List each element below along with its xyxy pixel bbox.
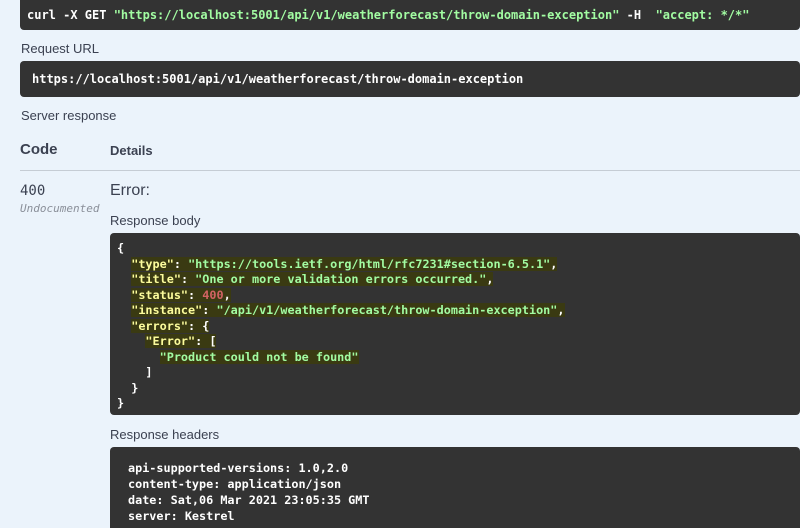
json-close-brace: } bbox=[117, 396, 125, 410]
curl-url: "https://localhost:5001/api/v1/weatherfo… bbox=[113, 8, 620, 22]
json-value-status: 400 bbox=[202, 287, 224, 302]
server-response-label: Server response bbox=[21, 108, 117, 123]
json-key-errors: "errors" bbox=[131, 318, 189, 333]
json-value-instance: "/api/v1/weatherforecast/throw-domain-ex… bbox=[216, 303, 558, 317]
response-header-line: content-type: application/json bbox=[128, 477, 342, 491]
json-open-brace: { bbox=[117, 241, 125, 255]
response-headers-label: Response headers bbox=[110, 427, 220, 442]
error-title: Error: bbox=[110, 182, 150, 199]
json-key-error: "Error" bbox=[145, 334, 196, 348]
curl-command-block: curl -X GET "https://localhost:5001/api/… bbox=[20, 0, 800, 30]
column-header-code: Code bbox=[20, 141, 58, 158]
response-header-line: date: Sat,06 Mar 2021 23:05:35 GMT bbox=[128, 493, 370, 507]
curl-prefix: curl -X GET bbox=[27, 8, 114, 22]
response-status-code: 400 bbox=[20, 183, 46, 199]
json-value-error-message: "Product could not be found" bbox=[159, 349, 359, 364]
request-url-value: https://localhost:5001/api/v1/weatherfor… bbox=[20, 61, 800, 97]
json-key-status: "status" bbox=[131, 287, 189, 302]
json-key-instance: "instance" bbox=[131, 303, 203, 317]
json-key-title: "title" bbox=[131, 272, 181, 286]
response-headers[interactable]: api-supported-versions: 1.0,2.0 content-t… bbox=[110, 447, 800, 528]
response-status-note: Undocumented bbox=[20, 202, 100, 215]
curl-flag: -H bbox=[619, 8, 656, 22]
json-value-title: "One or more validation errors occurred.… bbox=[195, 272, 487, 286]
response-body-label: Response body bbox=[110, 213, 201, 228]
column-header-details: Details bbox=[110, 143, 153, 158]
response-header-line: api-supported-versions: 1.0,2.0 bbox=[128, 461, 349, 475]
table-divider bbox=[20, 170, 800, 171]
json-key-type: "type" bbox=[131, 256, 174, 271]
json-value-type: "https://tools.ietf.org/html/rfc7231#sec… bbox=[188, 256, 551, 271]
request-url-label: Request URL bbox=[21, 41, 100, 56]
response-header-line: server: Kestrel bbox=[128, 509, 235, 523]
response-body[interactable]: { "type": "https://tools.ietf.org/html/r… bbox=[110, 233, 800, 415]
curl-header: "accept: */*" bbox=[655, 8, 750, 22]
